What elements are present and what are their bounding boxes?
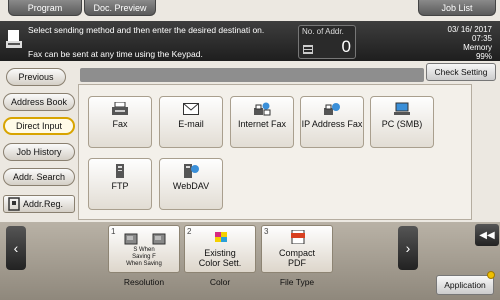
notification-dot	[487, 271, 495, 279]
memory-label: Memory	[463, 43, 492, 52]
pc-smb-icon	[394, 102, 410, 115]
fax-button[interactable]: Fax	[88, 96, 152, 148]
address-register-icon	[8, 197, 20, 211]
list-icon	[303, 45, 313, 54]
keypad-message: Fax can be sent at any time using the Ke…	[28, 49, 203, 59]
scroll-left-button[interactable]: ‹	[6, 226, 26, 270]
sidebar-item-direct-input[interactable]: Direct Input	[3, 117, 75, 135]
resolution-value: S When Saving F When Saving	[126, 247, 162, 267]
tab-doc-preview[interactable]: Doc. Preview	[84, 0, 156, 16]
double-chevron-left-icon: ◀◀	[479, 229, 495, 241]
resolution-caption: Resolution	[123, 277, 165, 287]
webdav-button[interactable]: WebDAV	[159, 158, 223, 210]
chevron-left-icon: ‹	[13, 240, 19, 256]
resolution-icon	[124, 233, 166, 245]
scroll-right-button[interactable]: ›	[398, 226, 418, 270]
memory-value: 99%	[475, 52, 492, 61]
fax-label: Fax	[112, 119, 128, 129]
destination-entry-bar	[80, 68, 424, 82]
collapse-panel-button[interactable]: ◀◀	[475, 224, 499, 246]
chevron-right-icon: ›	[405, 240, 411, 256]
resolution-button[interactable]: 1 S When Saving F When Saving	[108, 225, 180, 273]
internet-fax-button[interactable]: Internet Fax	[230, 96, 294, 148]
date-text: 03/ 16/ 2017	[447, 25, 492, 34]
ip-address-fax-label: IP Address Fax	[301, 119, 363, 129]
pc-smb-label: PC (SMB)	[381, 119, 423, 129]
email-button[interactable]: E-mail	[159, 96, 223, 148]
address-count-label: No. of Addr.	[302, 27, 344, 36]
file-type-value: Compact PDF	[278, 248, 315, 268]
internet-fax-icon	[254, 102, 271, 116]
sidebar-item-addr-search[interactable]: Addr. Search	[3, 168, 75, 186]
sidebar-item-job-history[interactable]: Job History	[3, 143, 75, 161]
ip-address-fax-button[interactable]: IP Address Fax	[300, 96, 364, 148]
file-type-button[interactable]: 3 Compact PDF	[261, 225, 333, 273]
color-caption: Color	[209, 277, 231, 287]
check-setting-button[interactable]: Check Setting	[426, 63, 496, 81]
ftp-icon	[116, 164, 124, 178]
address-count: 0	[341, 37, 351, 56]
color-button[interactable]: 2 Existing Color Sett.	[184, 225, 256, 273]
webdav-icon	[184, 164, 199, 178]
instruction-message: Select sending method and then enter the…	[28, 25, 265, 35]
time-text: 07:35	[471, 34, 492, 43]
address-count-box[interactable]: No. of Addr. 0	[298, 25, 356, 59]
function-number: 2	[187, 227, 192, 236]
sidebar-item-address-book[interactable]: Address Book	[3, 93, 75, 111]
webdav-label: WebDAV	[172, 181, 210, 191]
sidebar-item-addr-reg[interactable]: Addr.Reg.	[3, 195, 75, 213]
previous-button[interactable]: Previous	[6, 68, 66, 86]
function-number: 1	[111, 227, 116, 236]
ftp-button[interactable]: FTP	[88, 158, 152, 210]
file-type-caption: File Type	[279, 277, 315, 287]
document-icon	[6, 30, 22, 48]
email-label: E-mail	[178, 119, 204, 129]
color-icon	[215, 232, 227, 242]
tab-job-list[interactable]: Job List	[418, 0, 496, 16]
internet-fax-label: Internet Fax	[237, 119, 287, 129]
tab-program[interactable]: Program	[8, 0, 82, 16]
addr-reg-label: Addr.Reg.	[23, 199, 64, 209]
color-value: Existing Color Sett.	[198, 248, 242, 268]
ftp-label: FTP	[111, 181, 129, 191]
fax-icon	[112, 102, 128, 115]
function-number: 3	[264, 227, 269, 236]
email-icon	[183, 103, 199, 115]
ip-address-fax-icon	[324, 103, 340, 115]
pc-smb-button[interactable]: PC (SMB)	[370, 96, 434, 148]
application-button[interactable]: Application	[436, 275, 494, 295]
status-banner: Select sending method and then enter the…	[0, 21, 500, 61]
pdf-icon	[291, 230, 305, 244]
